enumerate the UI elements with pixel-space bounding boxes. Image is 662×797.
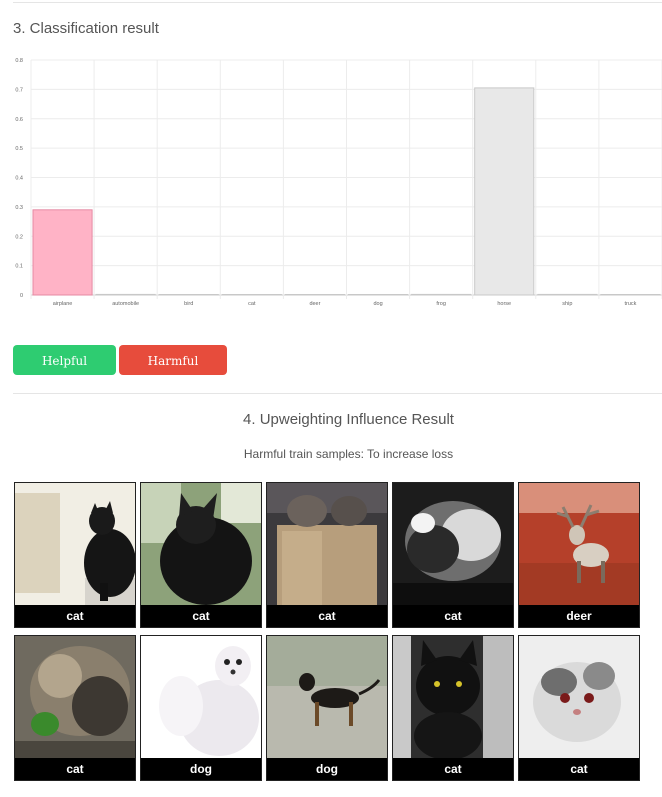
section-title-influence: 4. Upweighting Influence Result xyxy=(243,411,454,428)
bar-horse[interactable] xyxy=(474,87,535,296)
y-tick-label: 0.8 xyxy=(15,58,23,64)
sample-tile[interactable]: cat xyxy=(392,635,514,781)
x-tick-label-airplane: airplane xyxy=(53,301,73,307)
sample-tile[interactable]: dog xyxy=(266,635,388,781)
sample-image-dog xyxy=(141,636,261,758)
x-tick-label-automobile: automobile xyxy=(112,301,139,307)
sample-label: cat xyxy=(267,605,387,627)
sample-label: deer xyxy=(519,605,639,627)
bar-frog[interactable] xyxy=(411,293,472,296)
sample-image-cat xyxy=(15,636,135,758)
sample-image-cat xyxy=(15,483,135,605)
sample-image-dog xyxy=(267,636,387,758)
sample-tile[interactable]: cat xyxy=(392,482,514,628)
sample-image-cat xyxy=(519,636,639,758)
x-tick-label-cat: cat xyxy=(248,301,256,307)
sample-label: dog xyxy=(141,758,261,780)
classification-bar-chart: 0 0.1 0.2 0.3 0.4 0.5 0.6 0.7 0.8 airplane automob… xyxy=(15,58,662,307)
sample-label: cat xyxy=(15,605,135,627)
sample-image-cat xyxy=(267,483,387,605)
sample-label: cat xyxy=(393,605,513,627)
bar-airplane[interactable] xyxy=(32,209,93,296)
sample-tile[interactable]: deer xyxy=(518,482,640,628)
bar-ship[interactable] xyxy=(537,293,598,296)
sample-image-deer xyxy=(519,483,639,605)
sample-tile[interactable]: cat xyxy=(266,482,388,628)
bar-deer[interactable] xyxy=(284,294,345,296)
sample-tile[interactable]: dog xyxy=(140,635,262,781)
x-tick-label-bird: bird xyxy=(184,301,193,307)
x-tick-label-horse: horse xyxy=(497,301,511,307)
sample-image-cat xyxy=(393,483,513,605)
y-tick-label: 0.1 xyxy=(15,264,23,270)
x-tick-label-deer: deer xyxy=(309,301,320,307)
y-tick-label: 0.3 xyxy=(15,205,23,211)
bar-cat[interactable] xyxy=(221,294,282,296)
sample-image-cat xyxy=(393,636,513,758)
bar-truck[interactable] xyxy=(600,294,661,296)
sample-label: dog xyxy=(267,758,387,780)
sample-label: cat xyxy=(15,758,135,780)
x-tick-label-ship: ship xyxy=(562,301,572,307)
y-tick-label: 0 xyxy=(20,293,23,299)
y-tick-label: 0.6 xyxy=(15,117,23,123)
top-divider xyxy=(13,2,662,3)
bar-automobile[interactable] xyxy=(95,293,156,296)
sample-label: cat xyxy=(519,758,639,780)
y-tick-label: 0.4 xyxy=(15,176,23,182)
sample-tile[interactable]: cat xyxy=(14,635,136,781)
sample-tile[interactable]: cat xyxy=(14,482,136,628)
sample-image-cat xyxy=(141,483,261,605)
harmful-samples-button[interactable]: Harmful samples xyxy=(119,345,227,398)
sample-label: cat xyxy=(141,605,261,627)
sample-tile[interactable]: cat xyxy=(518,635,640,781)
y-tick-label: 0.5 xyxy=(15,146,23,152)
sample-label: cat xyxy=(393,758,513,780)
y-tick-label: 0.7 xyxy=(15,87,23,93)
section-divider xyxy=(13,393,662,394)
influence-subtitle: Harmful train samples: To increase loss xyxy=(243,447,454,461)
x-tick-label-truck: truck xyxy=(624,301,636,307)
section-title-classification: 3. Classification result xyxy=(13,20,159,37)
bar-bird[interactable] xyxy=(158,294,219,296)
x-tick-label-frog: frog xyxy=(436,301,445,307)
x-tick-label-dog: dog xyxy=(373,301,382,307)
helpful-samples-button[interactable]: Helpful samples xyxy=(13,345,116,398)
bar-dog[interactable] xyxy=(348,294,409,296)
sample-tile[interactable]: cat xyxy=(140,482,262,628)
y-tick-label: 0.2 xyxy=(15,234,23,240)
